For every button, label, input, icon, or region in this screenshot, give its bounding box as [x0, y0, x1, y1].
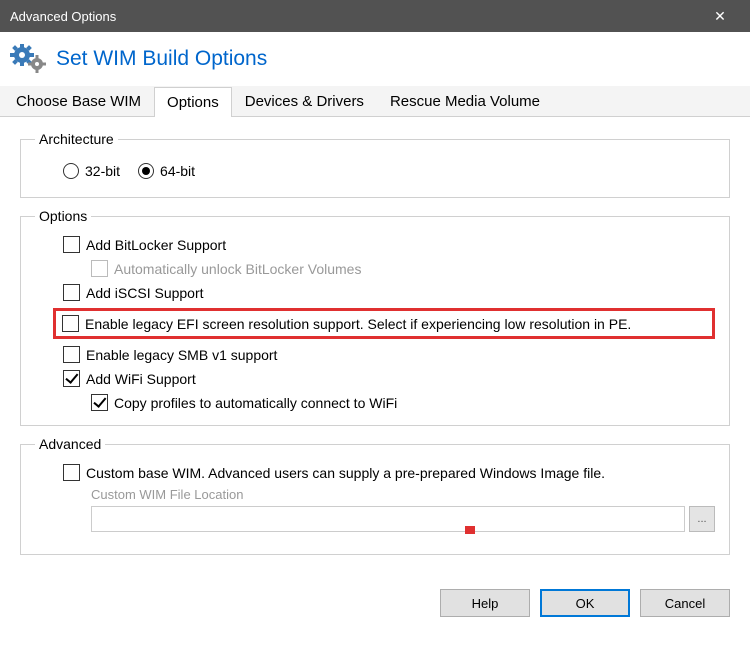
browse-button[interactable]: ... [689, 506, 715, 532]
radio-32bit[interactable]: 32-bit [63, 163, 120, 179]
check-custom-wim[interactable]: Custom base WIM. Advanced users can supp… [35, 464, 715, 481]
architecture-group: Architecture 32-bit 64-bit [20, 131, 730, 198]
header: Set WIM Build Options [0, 32, 750, 86]
tab-rescue-media-volume[interactable]: Rescue Media Volume [377, 86, 553, 116]
checkbox-icon [91, 260, 108, 277]
radio-label: 32-bit [85, 163, 120, 179]
tab-devices-drivers[interactable]: Devices & Drivers [232, 86, 377, 116]
checkbox-icon [63, 464, 80, 481]
checkbox-label: Enable legacy EFI screen resolution supp… [85, 316, 631, 332]
window-title: Advanced Options [10, 9, 700, 24]
checkbox-label: Custom base WIM. Advanced users can supp… [86, 465, 605, 481]
advanced-legend: Advanced [35, 436, 105, 452]
check-smb[interactable]: Enable legacy SMB v1 support [35, 346, 715, 363]
check-copy-profiles[interactable]: Copy profiles to automatically connect t… [35, 394, 715, 411]
tab-choose-base-wim[interactable]: Choose Base WIM [3, 86, 154, 116]
help-button[interactable]: Help [440, 589, 530, 617]
titlebar: Advanced Options ✕ [0, 0, 750, 32]
check-iscsi[interactable]: Add iSCSI Support [35, 284, 715, 301]
checkbox-label: Add BitLocker Support [86, 237, 226, 253]
close-icon[interactable]: ✕ [700, 8, 740, 25]
radio-icon [138, 163, 154, 179]
button-bar: Help OK Cancel [0, 575, 750, 631]
ok-button[interactable]: OK [540, 589, 630, 617]
check-bitlocker[interactable]: Add BitLocker Support [35, 236, 715, 253]
wim-location-input[interactable] [91, 506, 685, 532]
gears-icon [10, 44, 48, 74]
checkbox-label: Enable legacy SMB v1 support [86, 347, 277, 363]
radio-64bit[interactable]: 64-bit [138, 163, 195, 179]
checkbox-label: Add iSCSI Support [86, 285, 204, 301]
tab-bar: Choose Base WIM Options Devices & Driver… [0, 86, 750, 117]
page-title: Set WIM Build Options [56, 47, 267, 71]
checkbox-icon [63, 370, 80, 387]
checkbox-label: Automatically unlock BitLocker Volumes [114, 261, 361, 277]
checkbox-icon [62, 315, 79, 332]
content-area: Architecture 32-bit 64-bit Options Add B… [0, 117, 750, 575]
check-efi-highlighted[interactable]: Enable legacy EFI screen resolution supp… [53, 308, 715, 339]
architecture-legend: Architecture [35, 131, 118, 147]
advanced-group: Advanced Custom base WIM. Advanced users… [20, 436, 730, 555]
annotation-marker [465, 526, 475, 534]
wim-location-label: Custom WIM File Location [35, 487, 715, 502]
cancel-button[interactable]: Cancel [640, 589, 730, 617]
tab-options[interactable]: Options [154, 87, 232, 117]
checkbox-icon [63, 284, 80, 301]
options-legend: Options [35, 208, 91, 224]
checkbox-icon [63, 346, 80, 363]
checkbox-icon [63, 236, 80, 253]
check-wifi[interactable]: Add WiFi Support [35, 370, 715, 387]
checkbox-label: Copy profiles to automatically connect t… [114, 395, 397, 411]
options-group: Options Add BitLocker Support Automatica… [20, 208, 730, 426]
radio-label: 64-bit [160, 163, 195, 179]
checkbox-label: Add WiFi Support [86, 371, 196, 387]
checkbox-icon [91, 394, 108, 411]
radio-icon [63, 163, 79, 179]
check-autounlock: Automatically unlock BitLocker Volumes [35, 260, 715, 277]
